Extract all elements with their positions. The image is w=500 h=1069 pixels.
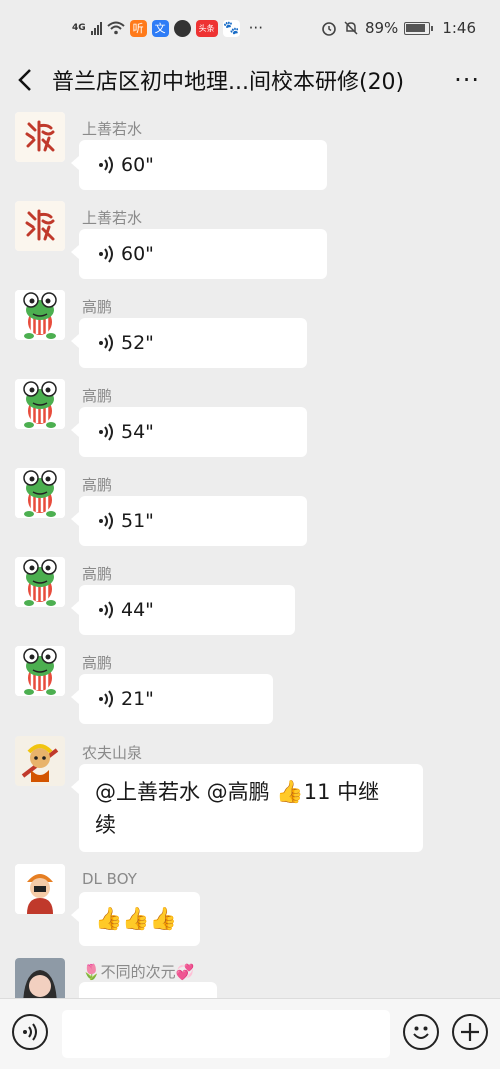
app-badge-wen: 文 [151,19,169,37]
voice-duration: 51" [121,510,154,532]
frog-avatar-icon [15,379,65,429]
chat-list[interactable]: 上善若水 60" 上善若水 60" 高鹏 52" 高鹏 54" 高鹏 51" 高… [0,104,500,998]
voice-wave-icon [99,245,113,263]
voice-wave-icon [99,512,113,530]
status-right: 89% 1:46 [321,19,476,37]
voice-wave-icon [99,156,113,174]
voice-message-bubble[interactable]: 52" [71,318,307,368]
signal-icon [90,21,102,35]
battery-percent: 89% [364,19,399,37]
thumbs-up-emoji: 👍 [276,780,304,805]
app-badge-listen: 听 [129,19,147,37]
chat-title: 普兰店区初中地理...间校本研修(20) [52,70,405,95]
voice-duration: 60" [121,154,154,176]
chevron-left-icon[interactable] [14,65,38,95]
voice-icon [23,1023,37,1041]
avatar-frog[interactable] [15,468,65,518]
frog-avatar-icon [15,557,65,607]
mention-text: @上善若水 @高鹏 [95,780,277,804]
text-message-bubble[interactable]: @上善若水 @高鹏 👍11 中继 续 [71,764,423,852]
sender-name: 高鹏 [82,654,113,672]
voice-duration: 52" [121,332,154,354]
avatar-seal[interactable] [15,201,65,251]
avatar-girl[interactable] [15,958,65,998]
child-avatar-icon [15,864,65,914]
avatar-frog[interactable] [15,646,65,696]
more-actions-button[interactable] [452,1014,488,1050]
voice-message-bubble[interactable]: 44" [71,585,295,635]
voice-wave-icon [99,423,113,441]
frog-avatar-icon [15,468,65,518]
voice-message-bubble[interactable]: 51" [71,496,307,546]
wifi-icon [106,21,125,35]
voice-duration: 44" [121,599,154,621]
avatar-frog[interactable] [15,290,65,340]
app-badge-dark-icon [173,19,191,37]
message-text: 11 中继 [303,780,380,804]
voice-message-bubble[interactable]: 21" [71,674,273,724]
voice-duration: 54" [121,421,154,443]
frog-avatar-icon [15,646,65,696]
smiley-icon [413,1026,429,1039]
emoji-message-bubble[interactable]: 👍👍👍 [71,892,200,946]
network-type: 4G [72,23,86,33]
seal-logo-icon [15,201,65,251]
clock: 1:46 [442,19,476,37]
status-bar: 4G 听 文 头条 🐾 ··· 89% 1:46 [0,0,500,58]
seal-logo-icon [15,112,65,162]
voice-message-bubble[interactable]: 60" [71,140,327,190]
voice-message-bubble[interactable]: 60" [71,229,327,279]
voice-message-bubble[interactable]: 54" [71,407,307,457]
avatar-frog[interactable] [15,379,65,429]
sender-name: 农夫山泉 [82,744,143,762]
battery-icon [404,21,434,35]
frog-avatar-icon [15,290,65,340]
emoji-button[interactable] [403,1014,439,1050]
sender-name: 高鹏 [82,298,113,316]
app-badge-toutiao: 头条 [195,19,218,37]
voice-input-button[interactable] [12,1014,48,1050]
app-badge-paw-icon: 🐾 [222,19,240,37]
plus-icon [461,1023,479,1041]
sender-name: 高鹏 [82,476,113,494]
monkey-king-avatar-icon [15,736,65,786]
message-line: 续 [95,813,116,837]
message-input[interactable] [62,1010,390,1058]
sender-name: 上善若水 [82,209,143,227]
voice-wave-icon [99,601,113,619]
status-left: 4G 听 文 头条 🐾 ··· [72,19,263,37]
sender-name: 上善若水 [82,120,143,138]
more-options-button[interactable]: ··· [454,66,480,94]
sender-name: 🌷不同的次元💞 [82,963,195,981]
message-line: @上善若水 @高鹏 👍11 中继 [95,776,407,809]
voice-duration: 21" [121,688,154,710]
girl-photo-avatar-icon [15,958,65,998]
sender-name: DL BOY [82,870,137,888]
avatar-frog[interactable] [15,557,65,607]
avatar-monkey-king[interactable] [15,736,65,786]
chat-header: 普兰店区初中地理...间校本研修(20) ··· [0,58,500,104]
alarm-icon [322,22,336,36]
avatar-child[interactable] [15,864,65,914]
sender-name: 高鹏 [82,565,113,583]
status-overflow: ··· [248,19,263,37]
message-bubble-partial[interactable] [79,982,217,998]
voice-wave-icon [99,690,113,708]
input-bar [0,998,500,1069]
voice-duration: 60" [121,243,154,265]
bell-off-icon [344,21,358,35]
thumbs-up-emojis: 👍👍👍 [95,906,178,932]
sender-name: 高鹏 [82,387,113,405]
voice-wave-icon [99,334,113,352]
avatar-seal[interactable] [15,112,65,162]
